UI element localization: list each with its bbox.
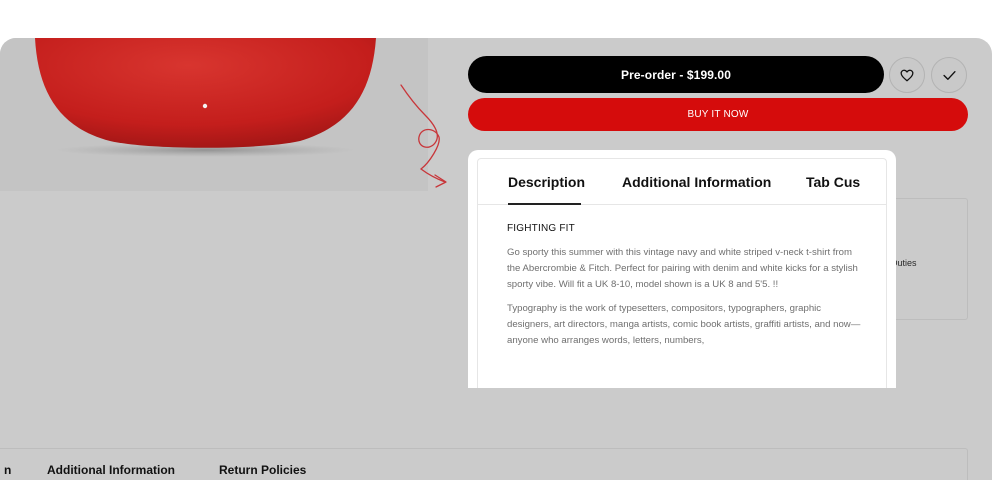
tab-bar: Description Additional Information Tab C… (478, 159, 886, 205)
tabs-panel: Description Additional Information Tab C… (477, 158, 887, 388)
content-paragraph: Go sporty this summer with this vintage … (507, 247, 858, 290)
product-image (0, 38, 428, 191)
tab-description[interactable]: Description (508, 174, 585, 190)
page-overlay: Pre-order - $199.00 BUY IT NOW ıse. Duti… (0, 38, 992, 480)
bottom-tab-description[interactable]: n (4, 463, 11, 477)
curly-arrow-icon (400, 84, 447, 188)
preorder-button[interactable]: Pre-order - $199.00 (468, 56, 884, 93)
tab-content: FIGHTING FIT Go sporty this summer with … (507, 223, 867, 357)
wishlist-button[interactable] (889, 57, 925, 93)
tab-custom[interactable]: Tab Cus (806, 174, 860, 190)
content-paragraph: Typography is the work of typesetters, c… (507, 303, 861, 346)
check-icon (942, 70, 956, 80)
product-tabs-popup: Description Additional Information Tab C… (468, 150, 896, 388)
content-heading: FIGHTING FIT (507, 223, 575, 234)
buy-now-button[interactable]: BUY IT NOW (468, 98, 968, 131)
active-tab-indicator (508, 203, 581, 205)
red-case-image (35, 38, 376, 157)
compare-button[interactable] (931, 57, 967, 93)
bottom-tab-bar: n Additional Information Return Policies (0, 448, 968, 480)
bottom-tab-return-policies[interactable]: Return Policies (219, 463, 306, 477)
bottom-tab-additional-information[interactable]: Additional Information (47, 463, 175, 477)
tab-additional-information[interactable]: Additional Information (622, 174, 771, 190)
heart-icon (900, 69, 914, 81)
